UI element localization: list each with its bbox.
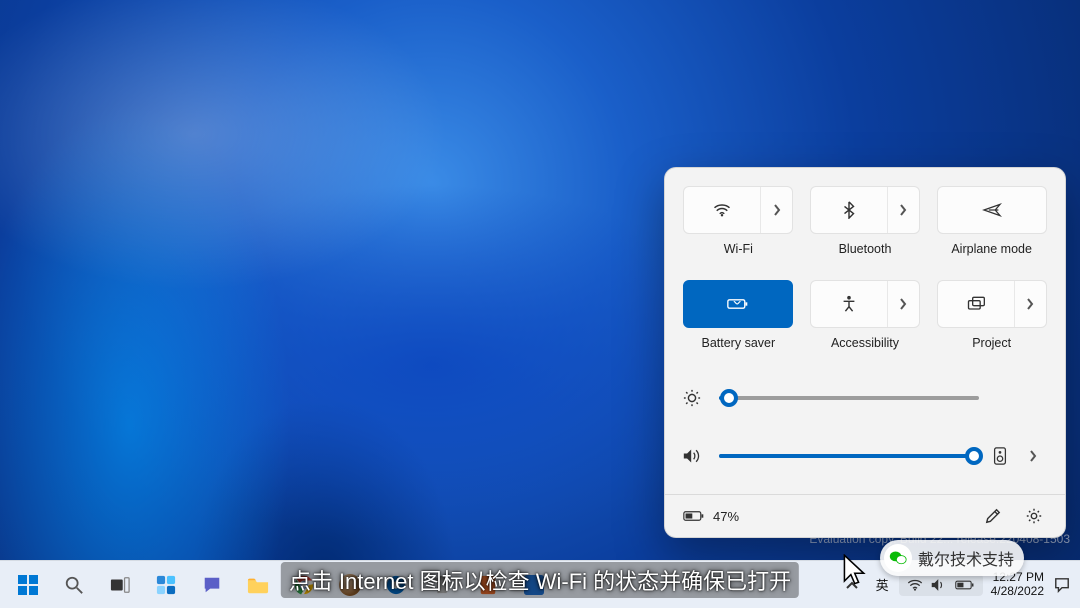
bluetooth-icon xyxy=(843,201,855,219)
project-label: Project xyxy=(972,336,1011,350)
volume-icon xyxy=(683,448,705,464)
battery-saver-icon xyxy=(727,297,749,311)
chevron-right-icon xyxy=(899,298,907,310)
chat-button[interactable] xyxy=(192,565,232,605)
wifi-label: Wi-Fi xyxy=(724,242,753,256)
volume-slider-row xyxy=(683,432,1047,480)
volume-expand-button[interactable] xyxy=(1029,450,1047,462)
chevron-right-icon xyxy=(773,204,781,216)
search-icon xyxy=(64,575,84,595)
chevron-right-icon xyxy=(1026,298,1034,310)
battery-saver-button[interactable] xyxy=(683,280,793,328)
notifications-button[interactable] xyxy=(1052,573,1072,597)
project-button[interactable] xyxy=(937,280,1047,328)
wechat-icon xyxy=(884,544,912,572)
widgets-button[interactable] xyxy=(146,565,186,605)
accessibility-icon xyxy=(841,295,857,313)
accessibility-label: Accessibility xyxy=(831,336,899,350)
start-button[interactable] xyxy=(8,565,48,605)
brightness-icon xyxy=(683,389,705,407)
quick-actions-grid: Wi-Fi Bluetooth Airplane mode xyxy=(683,186,1047,364)
windows-icon xyxy=(17,574,39,596)
gear-icon xyxy=(1025,507,1043,525)
folder-icon xyxy=(247,576,269,594)
bluetooth-button[interactable] xyxy=(810,186,920,234)
battery-saver-label: Battery saver xyxy=(702,336,776,350)
project-tile: Project xyxy=(936,280,1047,364)
battery-saver-tile: Battery saver xyxy=(683,280,794,364)
notification-icon xyxy=(1054,577,1070,593)
battery-status[interactable]: 47% xyxy=(683,509,739,524)
chat-icon xyxy=(202,575,222,595)
battery-icon xyxy=(955,579,975,591)
speaker-device-icon xyxy=(993,447,1007,465)
channel-watermark: 戴尔技术支持 xyxy=(880,540,1024,576)
wifi-expand-button[interactable] xyxy=(760,187,792,233)
airplane-icon xyxy=(982,202,1002,218)
accessibility-button[interactable] xyxy=(810,280,920,328)
video-subtitle: 点击 Internet 图标以检查 Wi-Fi 的状态并确保已打开 xyxy=(281,562,799,598)
airplane-label: Airplane mode xyxy=(951,242,1032,256)
chevron-right-icon xyxy=(899,204,907,216)
project-expand-button[interactable] xyxy=(1014,281,1046,327)
brightness-slider-row xyxy=(683,374,1047,422)
wifi-button[interactable] xyxy=(683,186,793,234)
audio-output-button[interactable] xyxy=(993,447,1015,465)
bluetooth-expand-button[interactable] xyxy=(887,187,919,233)
network-volume-battery-button[interactable] xyxy=(899,574,983,596)
quick-settings-panel: Wi-Fi Bluetooth Airplane mode xyxy=(664,167,1066,538)
widgets-icon xyxy=(156,575,176,595)
project-icon xyxy=(966,296,986,312)
search-button[interactable] xyxy=(54,565,94,605)
brightness-slider[interactable] xyxy=(719,396,979,400)
edit-quick-settings-button[interactable] xyxy=(985,508,1007,524)
settings-button[interactable] xyxy=(1025,507,1047,525)
mouse-cursor xyxy=(842,554,870,590)
explorer-button[interactable] xyxy=(238,565,278,605)
clock-date: 4/28/2022 xyxy=(991,585,1044,598)
battery-percent: 47% xyxy=(713,509,739,524)
accessibility-expand-button[interactable] xyxy=(887,281,919,327)
bluetooth-label: Bluetooth xyxy=(839,242,892,256)
channel-name: 戴尔技术支持 xyxy=(918,546,1014,570)
quick-settings-footer: 47% xyxy=(665,494,1065,537)
volume-icon xyxy=(931,578,947,592)
battery-icon xyxy=(683,509,705,523)
wifi-icon xyxy=(907,579,923,591)
desktop[interactable]: Evaluation copy. Build 22... release.220… xyxy=(0,0,1080,608)
wifi-tile: Wi-Fi xyxy=(683,186,794,270)
wifi-icon xyxy=(713,203,731,217)
pencil-icon xyxy=(985,508,1001,524)
volume-slider[interactable] xyxy=(719,454,979,458)
chevron-right-icon xyxy=(1029,450,1037,462)
airplane-tile: Airplane mode xyxy=(936,186,1047,270)
accessibility-tile: Accessibility xyxy=(810,280,921,364)
task-view-icon xyxy=(110,576,130,594)
bluetooth-tile: Bluetooth xyxy=(810,186,921,270)
task-view-button[interactable] xyxy=(100,565,140,605)
airplane-button[interactable] xyxy=(937,186,1047,234)
